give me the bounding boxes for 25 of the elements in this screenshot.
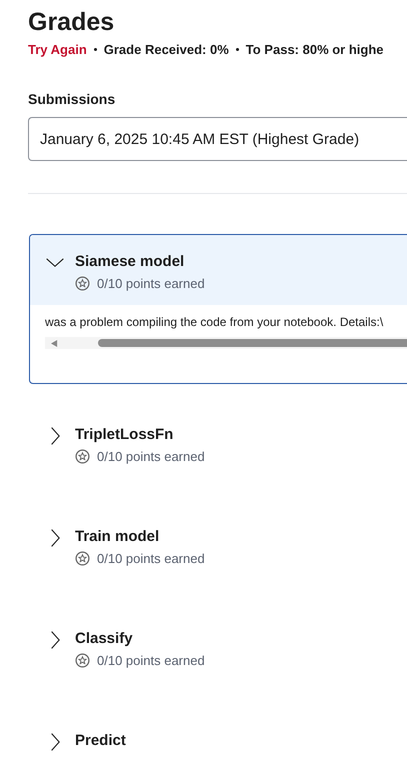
- item-title[interactable]: Train model: [75, 526, 205, 548]
- item-title[interactable]: Classify: [75, 628, 205, 650]
- submission-dropdown[interactable]: January 6, 2025 10:45 AM EST (Highest Grade): [28, 117, 407, 161]
- error-message: was a problem compiling the code from your notebook. Details:\: [45, 315, 384, 329]
- points-earned: 0/10 points earned: [97, 551, 205, 566]
- points-earned: 0/10 points earned: [97, 276, 205, 291]
- star-badge-icon: [75, 653, 90, 668]
- star-badge-icon: [75, 276, 90, 291]
- item-title[interactable]: Predict: [75, 730, 126, 752]
- scroll-left-arrow-icon[interactable]: [51, 340, 58, 346]
- page-title: Grades: [28, 7, 116, 38]
- points-earned: 0/10 points earned: [97, 449, 205, 464]
- points-earned: 0/10 points earned: [97, 653, 205, 668]
- star-badge-icon: [75, 551, 90, 566]
- horizontal-scrollbar[interactable]: [45, 337, 407, 349]
- star-badge-icon: [75, 449, 90, 464]
- separator-dot: [236, 48, 239, 51]
- submissions-label: Submissions: [28, 91, 116, 107]
- result-status: Try Again: [28, 42, 87, 57]
- item-title[interactable]: TripletLossFn: [75, 424, 205, 446]
- separator-dot: [94, 48, 97, 51]
- grade-received: Grade Received: 0%: [104, 42, 229, 57]
- item-title[interactable]: Siamese model: [75, 251, 205, 273]
- scrollbar-thumb[interactable]: [98, 339, 407, 347]
- pass-requirement: To Pass: 80% or highe: [246, 42, 384, 57]
